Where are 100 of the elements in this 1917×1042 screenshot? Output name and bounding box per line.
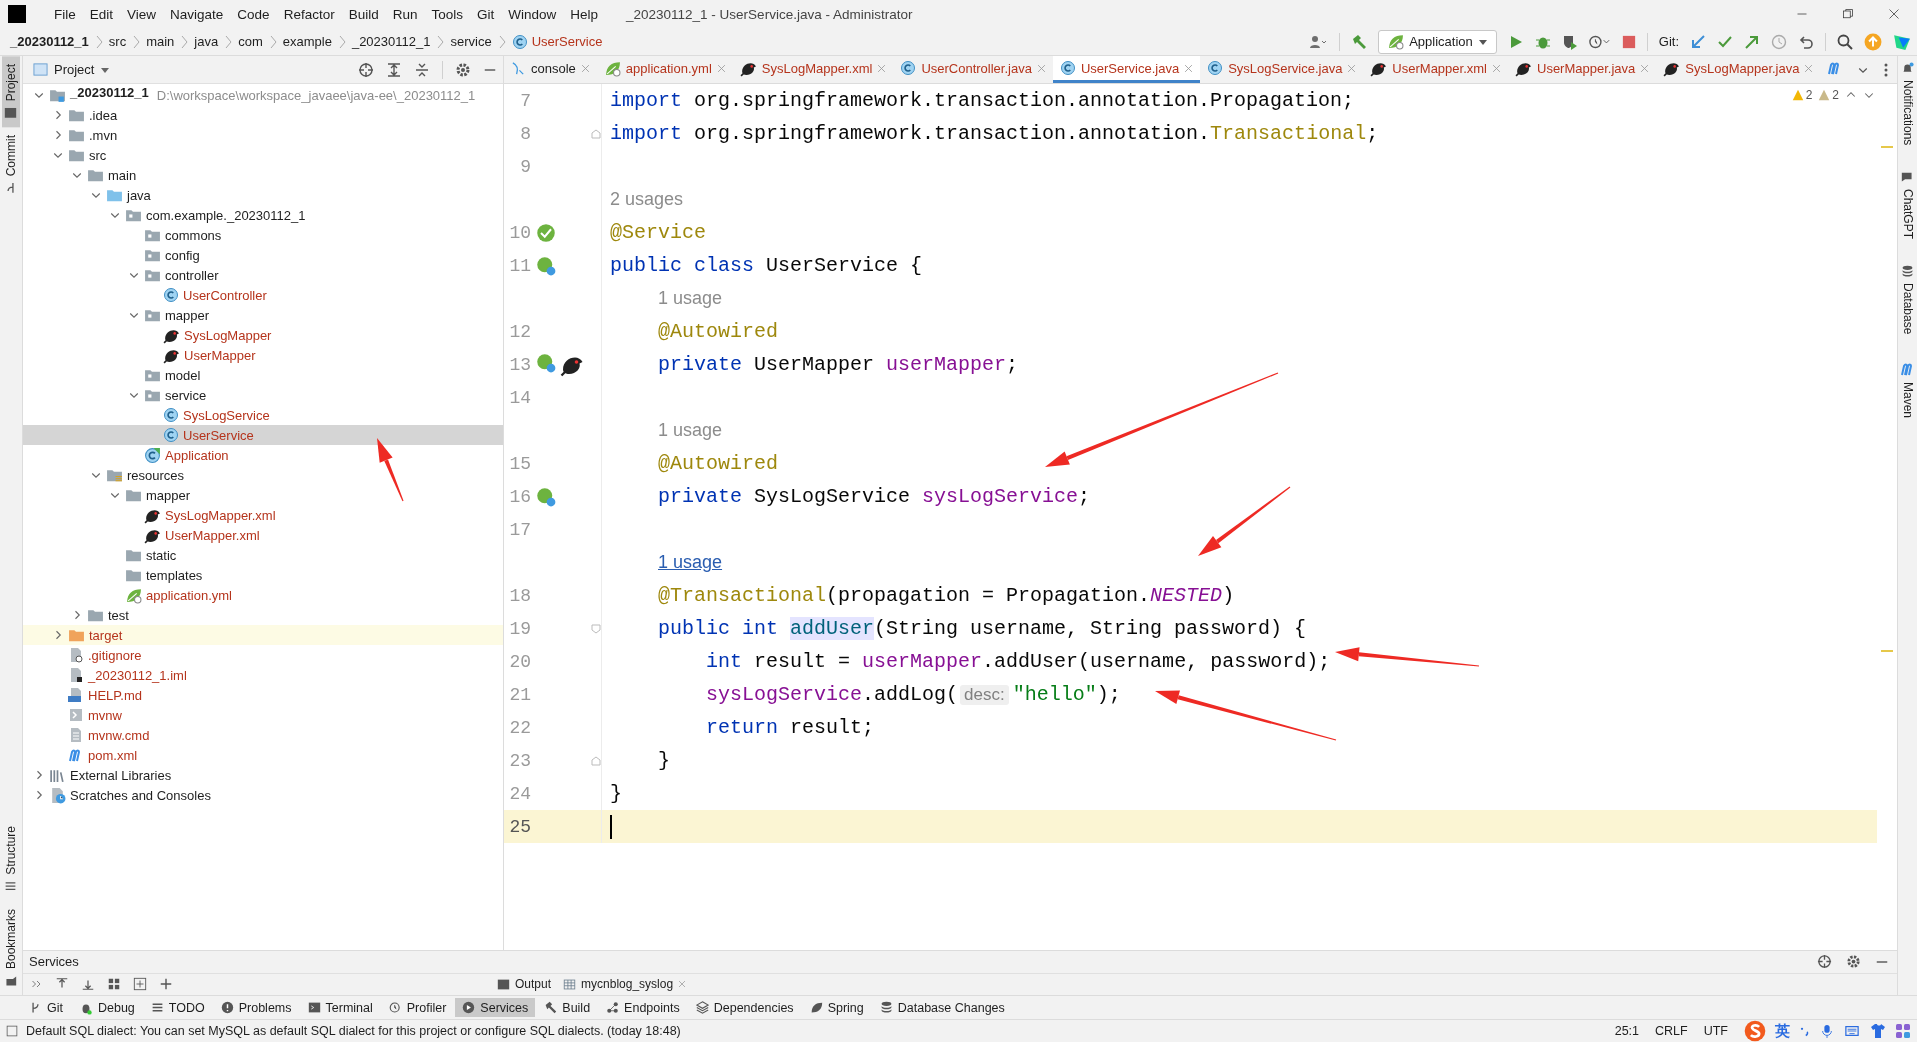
tree-item[interactable]: application.yml xyxy=(23,585,503,605)
tree-item[interactable]: _20230112_1 D:\workspace\workspace_javaee\java-ee\_20230112_1 xyxy=(23,85,503,105)
editor-tab[interactable]: application.yml xyxy=(596,56,733,83)
tool-window-button[interactable]: Database Changes xyxy=(872,998,1012,1017)
tree-item[interactable]: main xyxy=(23,165,503,185)
gauge-icon[interactable] xyxy=(1588,33,1611,50)
warning-count[interactable]: 2 xyxy=(1791,88,1813,102)
add-service-icon[interactable] xyxy=(133,977,147,992)
tree-item[interactable]: HELP.md xyxy=(23,685,503,705)
hammer-icon[interactable] xyxy=(1351,33,1368,50)
menu-item[interactable]: Help xyxy=(564,4,605,24)
more-icon[interactable] xyxy=(1883,61,1889,78)
tree-item[interactable]: static xyxy=(23,545,503,565)
tool-window-button[interactable]: ChatGPT xyxy=(1899,169,1916,242)
tree-item[interactable]: UserService xyxy=(23,425,503,445)
tree-item[interactable]: .gitignore xyxy=(23,645,503,665)
tool-window-button[interactable]: Services xyxy=(455,998,536,1017)
tree-item[interactable]: UserController xyxy=(23,285,503,305)
breadcrumb[interactable]: example xyxy=(282,34,332,49)
tree-item[interactable]: SysLogService xyxy=(23,405,503,425)
tree-item[interactable]: target xyxy=(23,625,503,645)
toolbox-icon[interactable] xyxy=(1893,32,1911,51)
tool-window-button[interactable]: Endpoints xyxy=(599,998,687,1017)
tree-item[interactable]: Scratches and Consoles xyxy=(23,785,503,805)
menu-item[interactable]: Code xyxy=(231,4,276,24)
stop-icon[interactable] xyxy=(1621,34,1636,49)
tree-item[interactable]: mvnw xyxy=(23,705,503,725)
line-separator[interactable]: CRLF xyxy=(1655,1024,1688,1038)
run-config-dropdown[interactable]: Application xyxy=(1378,29,1497,54)
editor-tab[interactable]: UserMapper.xml xyxy=(1363,56,1508,83)
close-icon[interactable] xyxy=(1888,8,1900,20)
tree-item[interactable]: .mvn xyxy=(23,125,503,145)
tool-window-button[interactable]: Spring xyxy=(802,998,871,1017)
tool-window-button[interactable]: Maven xyxy=(1898,358,1917,420)
settings-icon[interactable] xyxy=(455,61,471,78)
breadcrumb[interactable]: _20230112_1 xyxy=(351,34,431,49)
menu-item[interactable]: File xyxy=(48,4,82,24)
locate-icon[interactable] xyxy=(358,61,374,78)
editor-tab[interactable]: console xyxy=(504,56,597,83)
menu-item[interactable]: View xyxy=(121,4,163,24)
tree-item[interactable]: controller xyxy=(23,265,503,285)
breadcrumb[interactable]: _20230112_1 xyxy=(10,34,89,49)
tool-window-button[interactable]: Problems xyxy=(213,998,299,1017)
menu-item[interactable]: Refactor xyxy=(277,4,341,24)
tree-item[interactable]: test xyxy=(23,605,503,625)
user-icon[interactable] xyxy=(1308,33,1329,50)
shield-icon[interactable] xyxy=(1561,33,1578,50)
tool-window-button[interactable]: Bookmarks xyxy=(2,900,20,995)
tree-item[interactable]: service xyxy=(23,385,503,405)
menu-item[interactable]: Edit xyxy=(83,4,120,24)
tool-window-button[interactable]: TODO xyxy=(143,998,212,1017)
tree-item[interactable]: mapper xyxy=(23,485,503,505)
tool-window-button[interactable]: Terminal xyxy=(300,998,380,1017)
menu-item[interactable]: Window xyxy=(502,4,563,24)
tree-item[interactable]: commons xyxy=(23,225,503,245)
tree-item[interactable]: mvnw.cmd xyxy=(23,725,503,745)
tree-item[interactable]: model xyxy=(23,365,503,385)
update-arrow-icon[interactable] xyxy=(1690,33,1706,50)
file-encoding[interactable]: UTF xyxy=(1703,1024,1728,1038)
expand-all-icon[interactable] xyxy=(386,61,402,78)
tool-window-button[interactable]: Profiler xyxy=(381,998,454,1017)
menu-item[interactable]: Build xyxy=(342,4,385,24)
service-tab[interactable]: Output xyxy=(497,977,552,992)
editor-tab[interactable]: SysLogMapper.java xyxy=(1656,56,1821,83)
settings-icon[interactable] xyxy=(1846,954,1861,970)
menu-item[interactable]: Git xyxy=(471,4,501,24)
tool-window-button[interactable]: Database xyxy=(1899,263,1916,337)
tree-item[interactable]: _20230112_1.iml xyxy=(23,665,503,685)
tree-item[interactable]: External Libraries xyxy=(23,765,503,785)
menu-item[interactable]: Tools xyxy=(425,4,469,24)
tree-item[interactable]: com.example._20230112_1 xyxy=(23,205,503,225)
editor-tab[interactable]: UserMapper.java xyxy=(1508,56,1657,83)
tree-item[interactable]: java xyxy=(23,185,503,205)
editor-tab[interactable]: UserController.java xyxy=(893,56,1053,83)
tree-item[interactable]: SysLogMapper xyxy=(23,325,503,345)
breadcrumb[interactable]: main xyxy=(146,34,175,49)
panel-title[interactable]: Project xyxy=(33,62,95,77)
caret-position[interactable]: 25:1 xyxy=(1614,1024,1640,1038)
tool-window-button[interactable]: Debug xyxy=(72,998,142,1017)
breadcrumb[interactable]: java xyxy=(194,34,219,49)
tool-window-button[interactable]: Notifications xyxy=(1899,60,1916,148)
menu-item[interactable]: Navigate xyxy=(164,4,230,24)
tool-window-button[interactable]: Commit xyxy=(2,127,20,203)
tool-window-button[interactable]: Dependencies xyxy=(688,998,801,1017)
editor-tab[interactable]: SysLogMapper.xml xyxy=(732,56,894,83)
tree-item[interactable]: mapper xyxy=(23,305,503,325)
tool-window-button[interactable]: Project xyxy=(2,56,20,128)
tree-item[interactable]: src xyxy=(23,145,503,165)
search-icon[interactable] xyxy=(1837,33,1853,50)
tree-item[interactable]: UserMapper.xml xyxy=(23,525,503,545)
tool-window-button[interactable]: Git xyxy=(22,998,70,1017)
breadcrumb[interactable]: src xyxy=(108,34,127,49)
locate-icon[interactable] xyxy=(1817,954,1832,970)
ime-mode[interactable]: 英 xyxy=(1775,1021,1790,1041)
tree-item[interactable]: SysLogMapper.xml xyxy=(23,505,503,525)
group-icon[interactable] xyxy=(107,977,121,992)
breadcrumb[interactable]: com xyxy=(238,34,263,49)
editor-tab[interactable]: SysLogService.java xyxy=(1200,56,1364,83)
tree-item[interactable]: .idea xyxy=(23,105,503,125)
undo-icon[interactable] xyxy=(1798,33,1814,50)
